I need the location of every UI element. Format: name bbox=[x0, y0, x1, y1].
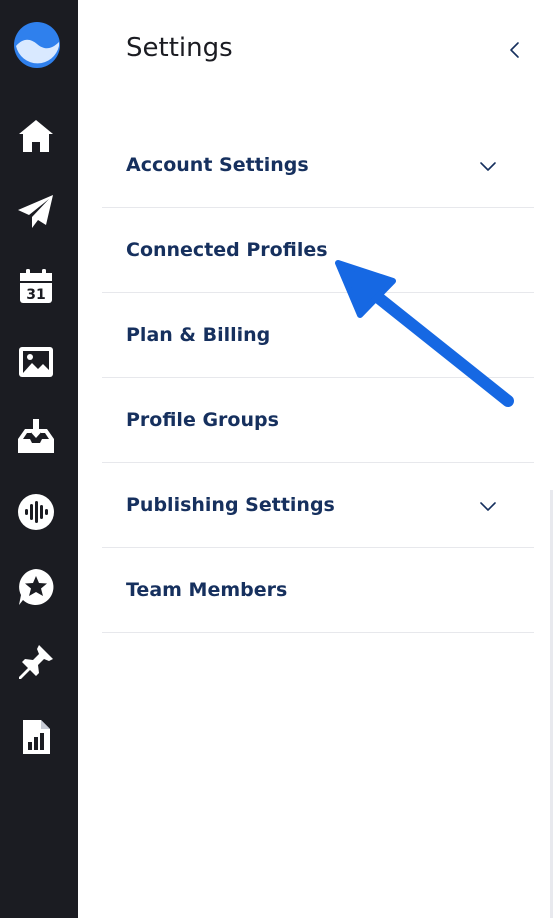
home-icon[interactable] bbox=[16, 116, 56, 156]
menu-item-label: Account Settings bbox=[126, 154, 309, 176]
menu-item-plan-billing[interactable]: Plan & Billing bbox=[102, 293, 534, 378]
calendar-icon[interactable]: 31 bbox=[16, 266, 56, 306]
menu-item-account-settings[interactable]: Account Settings bbox=[102, 123, 534, 208]
brand-logo-icon[interactable] bbox=[14, 22, 60, 68]
chevron-down-icon[interactable] bbox=[478, 496, 498, 516]
menu-item-label: Connected Profiles bbox=[126, 239, 328, 261]
calendar-day-label: 31 bbox=[26, 287, 45, 303]
pin-icon[interactable] bbox=[16, 642, 56, 682]
menu-item-team-members[interactable]: Team Members bbox=[102, 548, 534, 633]
menu-item-label: Publishing Settings bbox=[126, 494, 335, 516]
menu-item-profile-groups[interactable]: Profile Groups bbox=[102, 378, 534, 463]
settings-menu: Account Settings Connected Profiles Plan… bbox=[102, 123, 534, 633]
icon-sidebar: 31 bbox=[0, 0, 78, 918]
image-icon[interactable] bbox=[16, 342, 56, 382]
paper-plane-icon[interactable] bbox=[16, 191, 56, 231]
page-title: Settings bbox=[126, 33, 233, 63]
audio-wave-icon[interactable] bbox=[16, 492, 56, 532]
menu-item-label: Plan & Billing bbox=[126, 324, 271, 346]
report-chart-icon[interactable] bbox=[16, 717, 56, 757]
chevron-down-icon[interactable] bbox=[478, 156, 498, 176]
menu-item-connected-profiles[interactable]: Connected Profiles bbox=[102, 208, 534, 293]
menu-item-label: Team Members bbox=[126, 579, 288, 601]
chevron-left-icon[interactable] bbox=[503, 38, 527, 62]
menu-item-publishing-settings[interactable]: Publishing Settings bbox=[102, 463, 534, 548]
menu-item-label: Profile Groups bbox=[126, 409, 279, 431]
inbox-download-icon[interactable] bbox=[16, 417, 56, 457]
app-window: 31 Settings Account Settings Connected P… bbox=[0, 0, 553, 918]
star-badge-icon[interactable] bbox=[16, 567, 56, 607]
